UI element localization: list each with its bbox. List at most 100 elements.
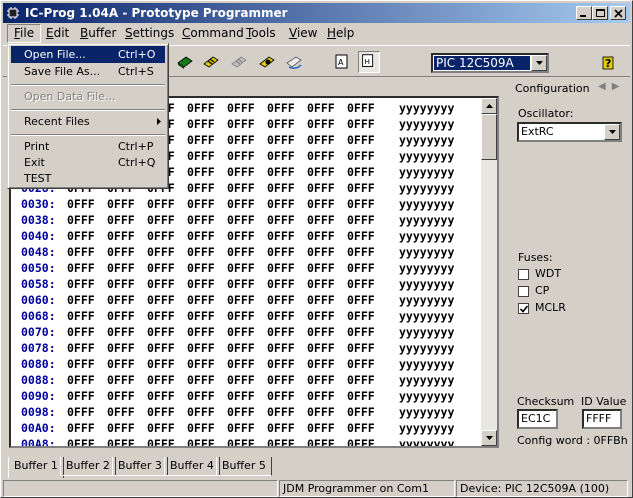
maximize-button[interactable]: [592, 6, 608, 20]
checksum-field[interactable]: EC1C: [517, 409, 558, 429]
hex-cell[interactable]: 0FFF: [307, 117, 335, 131]
hex-cell[interactable]: 0FFF: [307, 197, 335, 211]
menu-help[interactable]: Help: [321, 24, 360, 43]
menu-item-exit[interactable]: Exit Ctrl+Q: [11, 154, 165, 171]
menu-file[interactable]: File: [7, 24, 42, 43]
hex-cell[interactable]: 0FFF: [67, 389, 95, 403]
tab-buffer-4[interactable]: Buffer 4: [164, 457, 220, 476]
hex-cell[interactable]: 0FFF: [187, 197, 215, 211]
tab-buffer-3[interactable]: Buffer 3: [112, 457, 168, 476]
fuse-mclr-checkbox[interactable]: [518, 303, 529, 314]
hex-cell[interactable]: 0FFF: [187, 117, 215, 131]
hex-cell[interactable]: 0FFF: [67, 229, 95, 243]
hex-cell[interactable]: 0FFF: [107, 293, 135, 307]
hex-cell[interactable]: 0FFF: [187, 357, 215, 371]
hex-cell[interactable]: 0FFF: [307, 437, 335, 446]
hex-cell[interactable]: 0FFF: [147, 405, 175, 419]
hex-cell[interactable]: 0FFF: [347, 293, 375, 307]
hex-cell[interactable]: 0FFF: [67, 197, 95, 211]
hex-cell[interactable]: 0FFF: [107, 325, 135, 339]
tab-buffer-2[interactable]: Buffer 2: [60, 457, 116, 476]
hex-cell[interactable]: 0FFF: [267, 373, 295, 387]
menu-item-print[interactable]: Print Ctrl+P: [11, 138, 165, 155]
hex-cell[interactable]: 0FFF: [227, 405, 255, 419]
hex-cell[interactable]: 0FFF: [347, 101, 375, 115]
hex-cell[interactable]: 0FFF: [107, 389, 135, 403]
hex-cell[interactable]: 0FFF: [227, 213, 255, 227]
hex-cell[interactable]: 0FFF: [107, 309, 135, 323]
hex-cell[interactable]: 0FFF: [307, 181, 335, 195]
hex-cell[interactable]: 0FFF: [227, 325, 255, 339]
hex-cell[interactable]: 0FFF: [267, 149, 295, 163]
hex-cell[interactable]: 0FFF: [307, 293, 335, 307]
hex-cell[interactable]: 0FFF: [147, 341, 175, 355]
oscillator-dropdown-button[interactable]: [604, 124, 620, 140]
hex-cell[interactable]: 0FFF: [227, 261, 255, 275]
hex-cell[interactable]: 0FFF: [67, 357, 95, 371]
hex-view-button[interactable]: H: [358, 51, 380, 73]
hex-cell[interactable]: 0FFF: [307, 165, 335, 179]
menu-item-test[interactable]: TEST: [11, 170, 165, 187]
hex-cell[interactable]: 0FFF: [187, 389, 215, 403]
menu-item-open-file[interactable]: Open File... Ctrl+O: [11, 46, 165, 63]
hex-cell[interactable]: 0FFF: [107, 341, 135, 355]
hex-cell[interactable]: 0FFF: [307, 389, 335, 403]
menu-item-save-file-as[interactable]: Save File As... Ctrl+S: [11, 63, 165, 80]
scroll-up-button[interactable]: [481, 98, 497, 114]
hex-cell[interactable]: 0FFF: [147, 229, 175, 243]
scroll-thumb[interactable]: [481, 114, 497, 160]
hex-cell[interactable]: 0FFF: [147, 309, 175, 323]
hex-cell[interactable]: 0FFF: [67, 293, 95, 307]
hex-cell[interactable]: 0FFF: [227, 133, 255, 147]
hex-cell[interactable]: 0FFF: [107, 437, 135, 446]
hex-cell[interactable]: 0FFF: [107, 261, 135, 275]
hex-cell[interactable]: 0FFF: [307, 357, 335, 371]
hex-cell[interactable]: 0FFF: [187, 229, 215, 243]
device-select[interactable]: PIC 12C509A: [431, 53, 549, 73]
hex-cell[interactable]: 0FFF: [347, 405, 375, 419]
hex-cell[interactable]: 0FFF: [187, 421, 215, 435]
hex-cell[interactable]: 0FFF: [147, 293, 175, 307]
hex-cell[interactable]: 0FFF: [267, 437, 295, 446]
hex-cell[interactable]: 0FFF: [227, 229, 255, 243]
menu-buffer[interactable]: Buffer: [74, 24, 122, 43]
hex-cell[interactable]: 0FFF: [347, 133, 375, 147]
hex-cell[interactable]: 0FFF: [267, 213, 295, 227]
hex-cell[interactable]: 0FFF: [67, 437, 95, 446]
hex-cell[interactable]: 0FFF: [147, 277, 175, 291]
hex-cell[interactable]: 0FFF: [67, 405, 95, 419]
hex-cell[interactable]: 0FFF: [227, 437, 255, 446]
hex-cell[interactable]: 0FFF: [67, 373, 95, 387]
hex-cell[interactable]: 0FFF: [307, 245, 335, 259]
hex-cell[interactable]: 0FFF: [147, 245, 175, 259]
hex-cell[interactable]: 0FFF: [187, 309, 215, 323]
hex-cell[interactable]: 0FFF: [347, 373, 375, 387]
hex-cell[interactable]: 0FFF: [347, 437, 375, 446]
hex-cell[interactable]: 0FFF: [227, 389, 255, 403]
hex-cell[interactable]: 0FFF: [347, 117, 375, 131]
hex-cell[interactable]: 0FFF: [307, 309, 335, 323]
hex-cell[interactable]: 0FFF: [227, 277, 255, 291]
hex-cell[interactable]: 0FFF: [227, 357, 255, 371]
hex-cell[interactable]: 0FFF: [187, 405, 215, 419]
verify-icon[interactable]: [256, 51, 278, 73]
hex-cell[interactable]: 0FFF: [307, 213, 335, 227]
hex-vertical-scrollbar[interactable]: [481, 98, 497, 446]
hex-cell[interactable]: 0FFF: [107, 197, 135, 211]
hex-cell[interactable]: 0FFF: [227, 117, 255, 131]
hex-cell[interactable]: 0FFF: [147, 437, 175, 446]
hex-cell[interactable]: 0FFF: [347, 229, 375, 243]
hex-cell[interactable]: 0FFF: [227, 149, 255, 163]
hex-cell[interactable]: 0FFF: [147, 373, 175, 387]
hex-cell[interactable]: 0FFF: [307, 405, 335, 419]
hex-cell[interactable]: 0FFF: [67, 341, 95, 355]
hex-cell[interactable]: 0FFF: [347, 341, 375, 355]
hex-cell[interactable]: 0FFF: [267, 101, 295, 115]
title-bar[interactable]: IC-Prog 1.04A - Prototype Programmer: [3, 3, 630, 23]
hex-cell[interactable]: 0FFF: [347, 181, 375, 195]
hex-cell[interactable]: 0FFF: [147, 357, 175, 371]
hex-cell[interactable]: 0FFF: [267, 165, 295, 179]
hex-cell[interactable]: 0FFF: [67, 213, 95, 227]
hex-cell[interactable]: 0FFF: [67, 421, 95, 435]
hex-cell[interactable]: 0FFF: [347, 149, 375, 163]
